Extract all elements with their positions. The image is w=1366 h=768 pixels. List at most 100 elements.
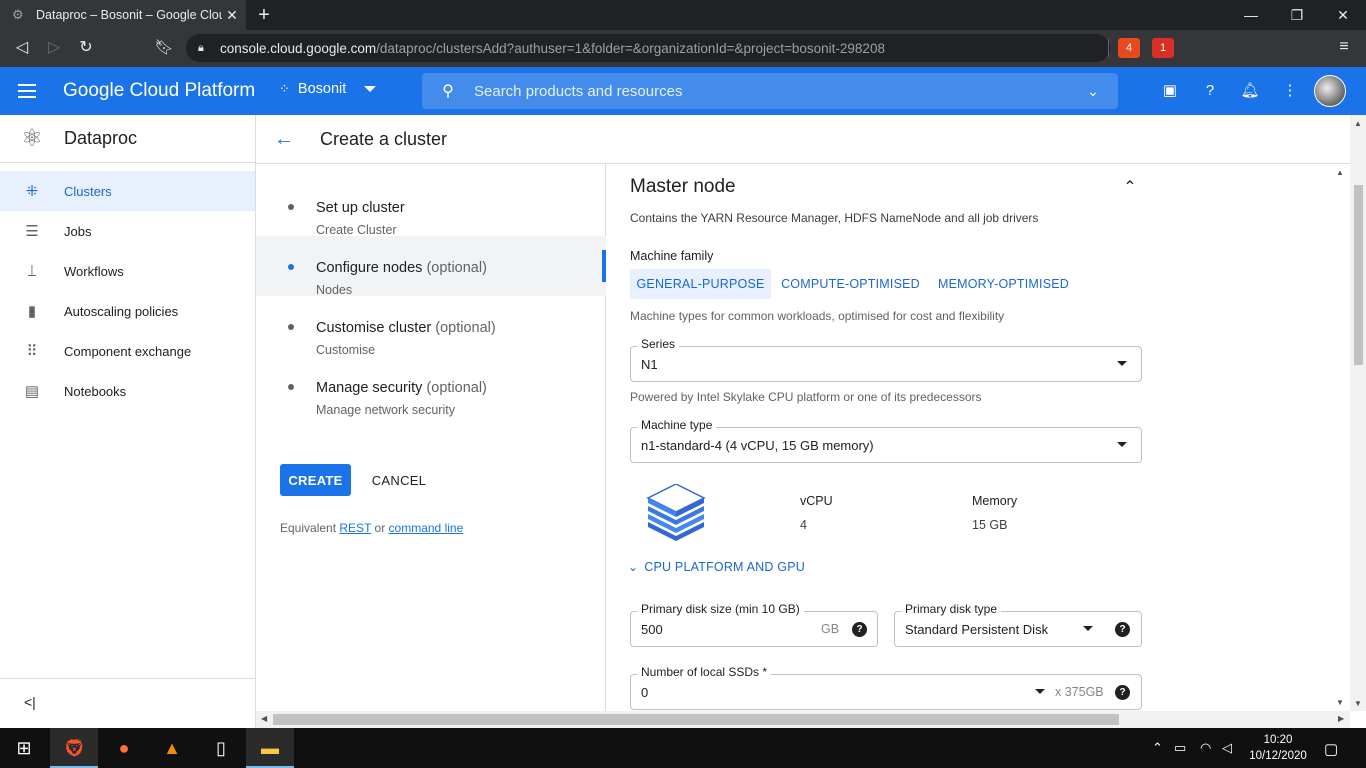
cpu-platform-gpu-toggle[interactable]: ⌄ CPU PLATFORM AND GPU (628, 560, 805, 574)
alert-badge: 1 (1159, 42, 1167, 54)
brave-rewards-icon[interactable]: 1 (1152, 38, 1174, 58)
page-scrollbar[interactable]: ▲ ▼ (1350, 115, 1366, 711)
ssd-label: Number of local SSDs * (637, 665, 772, 679)
lock-icon: 🔒︎ (198, 42, 204, 54)
caret-down-icon (364, 86, 377, 92)
minimize-button[interactable]: — (1228, 0, 1274, 30)
clock[interactable]: 10:20 10/12/2020 (1248, 732, 1308, 764)
chevron-up-icon[interactable]: ⌃ (1118, 176, 1142, 200)
family-general-purpose[interactable]: GENERAL-PURPOSE (630, 269, 771, 299)
help-icon[interactable]: ? (1115, 685, 1130, 700)
bookmark-icon[interactable]: 🔖︎ (152, 37, 176, 59)
cloud-shell-icon[interactable]: ▣ (1159, 80, 1181, 102)
step-dot (288, 264, 294, 270)
battery-icon[interactable]: ▭ (1174, 740, 1186, 756)
browser-tab-bar: ⚙ Dataproc – Bosonit – Google Clou ✕ + —… (0, 0, 1366, 30)
help-icon[interactable]: ? (1199, 80, 1221, 102)
file-explorer-icon[interactable]: ▬ (246, 728, 294, 768)
search-icon[interactable]: ⚲ (422, 81, 474, 101)
rest-link[interactable]: REST (339, 521, 371, 535)
form-scroll-down-icon[interactable]: ▼ (1336, 698, 1344, 707)
family-memory-optimised[interactable]: MEMORY-OPTIMISED (932, 269, 1075, 299)
hscroll-thumb[interactable] (273, 714, 1119, 725)
new-tab-button[interactable]: + (254, 4, 274, 26)
sidebar-item-notebooks[interactable]: ▤ Notebooks (0, 371, 255, 411)
equiv-prefix: Equivalent (280, 521, 337, 535)
create-button[interactable]: CREATE (280, 464, 351, 496)
clusters-icon: ⁜ (25, 183, 39, 200)
series-help: Powered by Intel Skylake CPU platform or… (630, 390, 982, 404)
family-compute-optimised[interactable]: COMPUTE-OPTIMISED (775, 269, 926, 299)
notification-center-icon[interactable]: ▢ (1324, 740, 1338, 758)
windows-start-icon[interactable]: ⊞ (0, 728, 48, 768)
firefox-icon[interactable]: ● (100, 728, 148, 768)
command-line-link[interactable]: command line (389, 521, 464, 535)
browser-tab[interactable]: ⚙ Dataproc – Bosonit – Google Clou ✕ (0, 0, 246, 30)
url-field[interactable]: 🔒︎ console.cloud.google.com/dataproc/clu… (186, 34, 1110, 62)
form-scroll-up-icon[interactable]: ▲ (1336, 168, 1344, 177)
window-close-button[interactable]: ✕ (1320, 0, 1366, 30)
back-icon[interactable]: ◁ (10, 37, 34, 59)
step-manage-security[interactable]: Manage security (optional) Manage networ… (256, 356, 606, 417)
scroll-left-icon[interactable]: ◀ (261, 714, 267, 723)
forward-icon[interactable]: ▷ (42, 37, 66, 59)
series-value: N1 (641, 357, 658, 372)
sidebar-item-clusters[interactable]: ⁜ Clusters (0, 171, 255, 211)
equiv-or: or (374, 521, 386, 535)
scroll-down-icon[interactable]: ▼ (1354, 699, 1362, 708)
step-title: Configure nodes (316, 260, 423, 276)
section-description: Contains the YARN Resource Manager, HDFS… (630, 211, 1039, 225)
grid-icon: ⠿ (26, 343, 38, 360)
platform-title[interactable]: Google Cloud Platform (63, 80, 255, 102)
more-icon[interactable]: ⋮ (1279, 80, 1301, 102)
scroll-thumb[interactable] (1354, 185, 1363, 365)
step-dot (288, 324, 294, 330)
cancel-button[interactable]: CANCEL (363, 464, 435, 496)
brave-browser-icon[interactable]: 🦁︎ (50, 728, 98, 768)
search-input[interactable] (474, 82, 1068, 100)
scroll-up-icon[interactable]: ▲ (1354, 119, 1362, 128)
close-icon[interactable]: ✕ (222, 7, 242, 24)
vcpu-label: vCPU (800, 494, 833, 508)
arrow-back-icon[interactable]: ← (256, 128, 312, 151)
vlc-icon[interactable]: ▲ (148, 728, 196, 768)
menu-icon[interactable] (18, 79, 42, 103)
step-customise-cluster[interactable]: Customise cluster (optional) Customise (256, 296, 606, 357)
avatar[interactable] (1314, 75, 1346, 107)
disk-type-select[interactable]: Primary disk type Standard Persistent Di… (894, 602, 1142, 647)
chevron-up-icon[interactable]: ⌃ (1152, 740, 1163, 756)
volume-icon[interactable]: ◁ (1222, 740, 1232, 756)
reload-icon[interactable]: ↻ (74, 37, 98, 59)
file-icon[interactable]: ▯ (197, 728, 245, 768)
chevron-down-icon[interactable]: ⌄ (1068, 83, 1118, 100)
sidebar-item-autoscaling[interactable]: ▮ Autoscaling policies (0, 291, 255, 331)
sidebar-item-component-exchange[interactable]: ⠿ Component exchange (0, 331, 255, 371)
notifications-icon[interactable]: 🔔︎ (1239, 80, 1261, 102)
series-select[interactable]: Series N1 (630, 337, 1142, 382)
dataproc-icon: ⚛ (21, 125, 43, 152)
help-icon[interactable]: ? (1115, 622, 1130, 637)
windows-taskbar: ⊞ 🦁︎ ● ▲ ▯ ▬ ⌃ ▭ ◠ ◁ 10:20 10/12/2020 ▢ (0, 728, 1366, 768)
chevron-down-icon: ⌄ (628, 560, 639, 574)
memory-label: Memory (972, 494, 1018, 508)
machine-type-select[interactable]: Machine type n1-standard-4 (4 vCPU, 15 G… (630, 418, 1142, 463)
step-setup-cluster[interactable]: Set up cluster Create Cluster (256, 176, 606, 237)
step-subtitle: Customise (316, 343, 376, 357)
project-selector[interactable]: ⁘ Bosonit (279, 81, 377, 97)
local-ssd-field[interactable]: Number of local SSDs * 0 x 375GB ? (630, 665, 1142, 710)
step-configure-nodes[interactable]: Configure nodes (optional) Nodes (256, 236, 606, 297)
help-icon[interactable]: ? (852, 622, 867, 637)
restore-button[interactable]: ❐ (1274, 0, 1320, 30)
step-subtitle: Manage network security (316, 403, 455, 417)
sidebar-item-jobs[interactable]: ☰ Jobs (0, 211, 255, 251)
collapse-sidebar-button[interactable]: <| (0, 678, 255, 728)
sidebar-item-workflows[interactable]: ⟘ Workflows (0, 251, 255, 291)
scroll-right-icon[interactable]: ▶ (1338, 714, 1344, 723)
machine-family-label: Machine family (630, 249, 714, 263)
wifi-icon[interactable]: ◠ (1200, 740, 1211, 756)
brave-shield-icon[interactable]: 4 (1118, 38, 1140, 58)
horizontal-scrollbar[interactable]: ◀ ▶ (256, 711, 1350, 728)
disk-size-field[interactable]: Primary disk size (min 10 GB) 500 GB ? (630, 602, 878, 647)
address-bar: ◁ ▷ ↻ 🔖︎ 🔒︎ console.cloud.google.com/dat… (0, 30, 1366, 67)
browser-menu-icon[interactable]: ≡ (1334, 38, 1354, 56)
